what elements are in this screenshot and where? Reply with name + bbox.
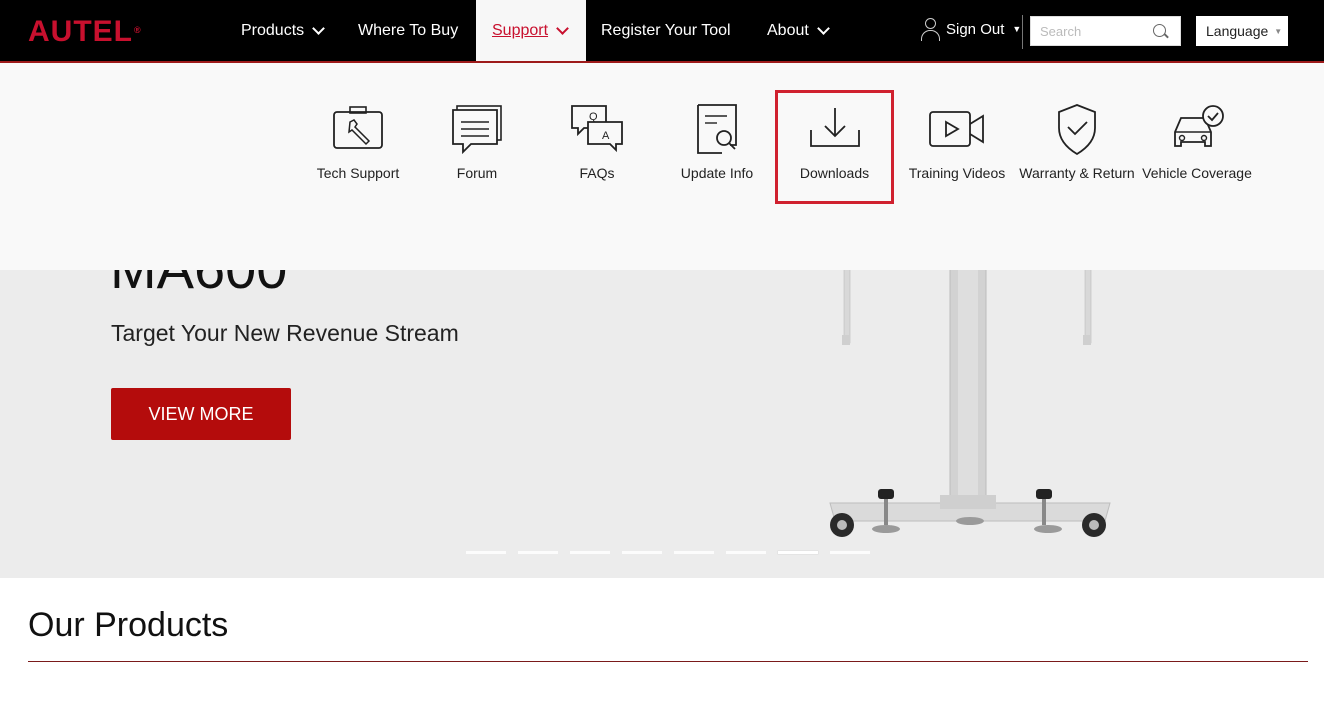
support-faqs-label: FAQs <box>579 165 615 181</box>
support-downloads-label: Downloads <box>799 165 870 181</box>
search-input[interactable] <box>1031 17 1146 45</box>
view-more-button[interactable]: VIEW MORE <box>111 388 291 440</box>
chevron-down-icon <box>312 21 326 35</box>
our-products-heading: Our Products <box>28 606 229 644</box>
nav-about-label: About <box>767 21 809 39</box>
caret-down-icon: ▼ <box>1274 26 1283 36</box>
support-tech-support[interactable]: Tech Support <box>299 90 417 181</box>
car-check-icon <box>1167 102 1227 158</box>
support-downloads[interactable]: Downloads <box>775 90 894 204</box>
support-forum[interactable]: Forum <box>418 90 536 181</box>
chevron-down-icon <box>816 21 830 35</box>
slide-indicators <box>466 551 870 554</box>
qa-icon: QA <box>567 102 627 158</box>
adas-stand-image <box>829 263 1111 537</box>
language-select[interactable]: Language ▼ <box>1196 16 1288 46</box>
support-training-videos[interactable]: Training Videos <box>898 90 1016 181</box>
registered-mark: ® <box>134 25 142 35</box>
top-navigation: AUTEL® Products Where To Buy Support Reg… <box>0 0 1324 63</box>
support-warranty-return[interactable]: Warranty & Return <box>1018 90 1136 181</box>
support-dropdown-panel: Tech Support Forum QA FAQs Update Info D… <box>0 63 1324 270</box>
toolbox-icon <box>328 102 388 158</box>
slide-dot[interactable] <box>830 551 870 554</box>
nav-divider <box>1022 15 1023 49</box>
support-forum-label: Forum <box>456 165 498 181</box>
support-training-videos-label: Training Videos <box>908 165 1006 181</box>
slide-dot-active[interactable] <box>778 551 818 554</box>
chevron-down-icon <box>556 21 569 35</box>
faq-a-glyph: A <box>602 130 610 142</box>
language-label: Language <box>1206 23 1269 39</box>
products-divider <box>28 661 1308 662</box>
nav-products-label: Products <box>241 21 305 39</box>
slide-dot[interactable] <box>570 551 610 554</box>
nav-where-to-buy-label: Where To Buy <box>358 21 459 39</box>
faq-q-glyph: Q <box>589 111 598 123</box>
slide-dot[interactable] <box>674 551 714 554</box>
nav-products[interactable]: Products <box>241 0 326 61</box>
shield-check-icon <box>1047 102 1107 158</box>
nav-register-tool[interactable]: Register Your Tool <box>601 0 731 61</box>
caret-down-icon: ▼ <box>1012 24 1022 34</box>
search-icon[interactable] <box>1153 24 1166 37</box>
chat-icon <box>447 102 507 158</box>
support-tech-support-label: Tech Support <box>316 165 400 181</box>
slide-dot[interactable] <box>726 551 766 554</box>
slide-dot[interactable] <box>622 551 662 554</box>
document-search-icon <box>687 102 747 158</box>
support-warranty-return-label: Warranty & Return <box>1019 165 1135 181</box>
sign-out-menu[interactable]: Sign Out ▼ <box>920 17 1021 41</box>
nav-register-tool-label: Register Your Tool <box>601 21 731 39</box>
nav-support-label: Support <box>492 21 549 39</box>
autel-logo[interactable]: AUTEL® <box>28 17 142 47</box>
nav-about[interactable]: About <box>767 0 830 61</box>
slide-dot[interactable] <box>466 551 506 554</box>
sign-out-label: Sign Out <box>946 20 1005 38</box>
support-vehicle-coverage-label: Vehicle Coverage <box>1142 165 1252 181</box>
search-box <box>1030 16 1181 46</box>
nav-support[interactable]: Support <box>476 0 586 61</box>
nav-where-to-buy[interactable]: Where To Buy <box>358 0 458 61</box>
support-vehicle-coverage[interactable]: Vehicle Coverage <box>1138 90 1256 181</box>
support-update-info[interactable]: Update Info <box>658 90 776 181</box>
hero-subtitle: Target Your New Revenue Stream <box>111 320 459 346</box>
video-icon <box>927 102 987 158</box>
support-update-info-label: Update Info <box>680 165 754 181</box>
logo-text: AUTEL <box>28 15 133 48</box>
download-icon <box>805 102 865 158</box>
user-icon <box>920 17 940 41</box>
support-faqs[interactable]: QA FAQs <box>538 90 656 181</box>
slide-dot[interactable] <box>518 551 558 554</box>
